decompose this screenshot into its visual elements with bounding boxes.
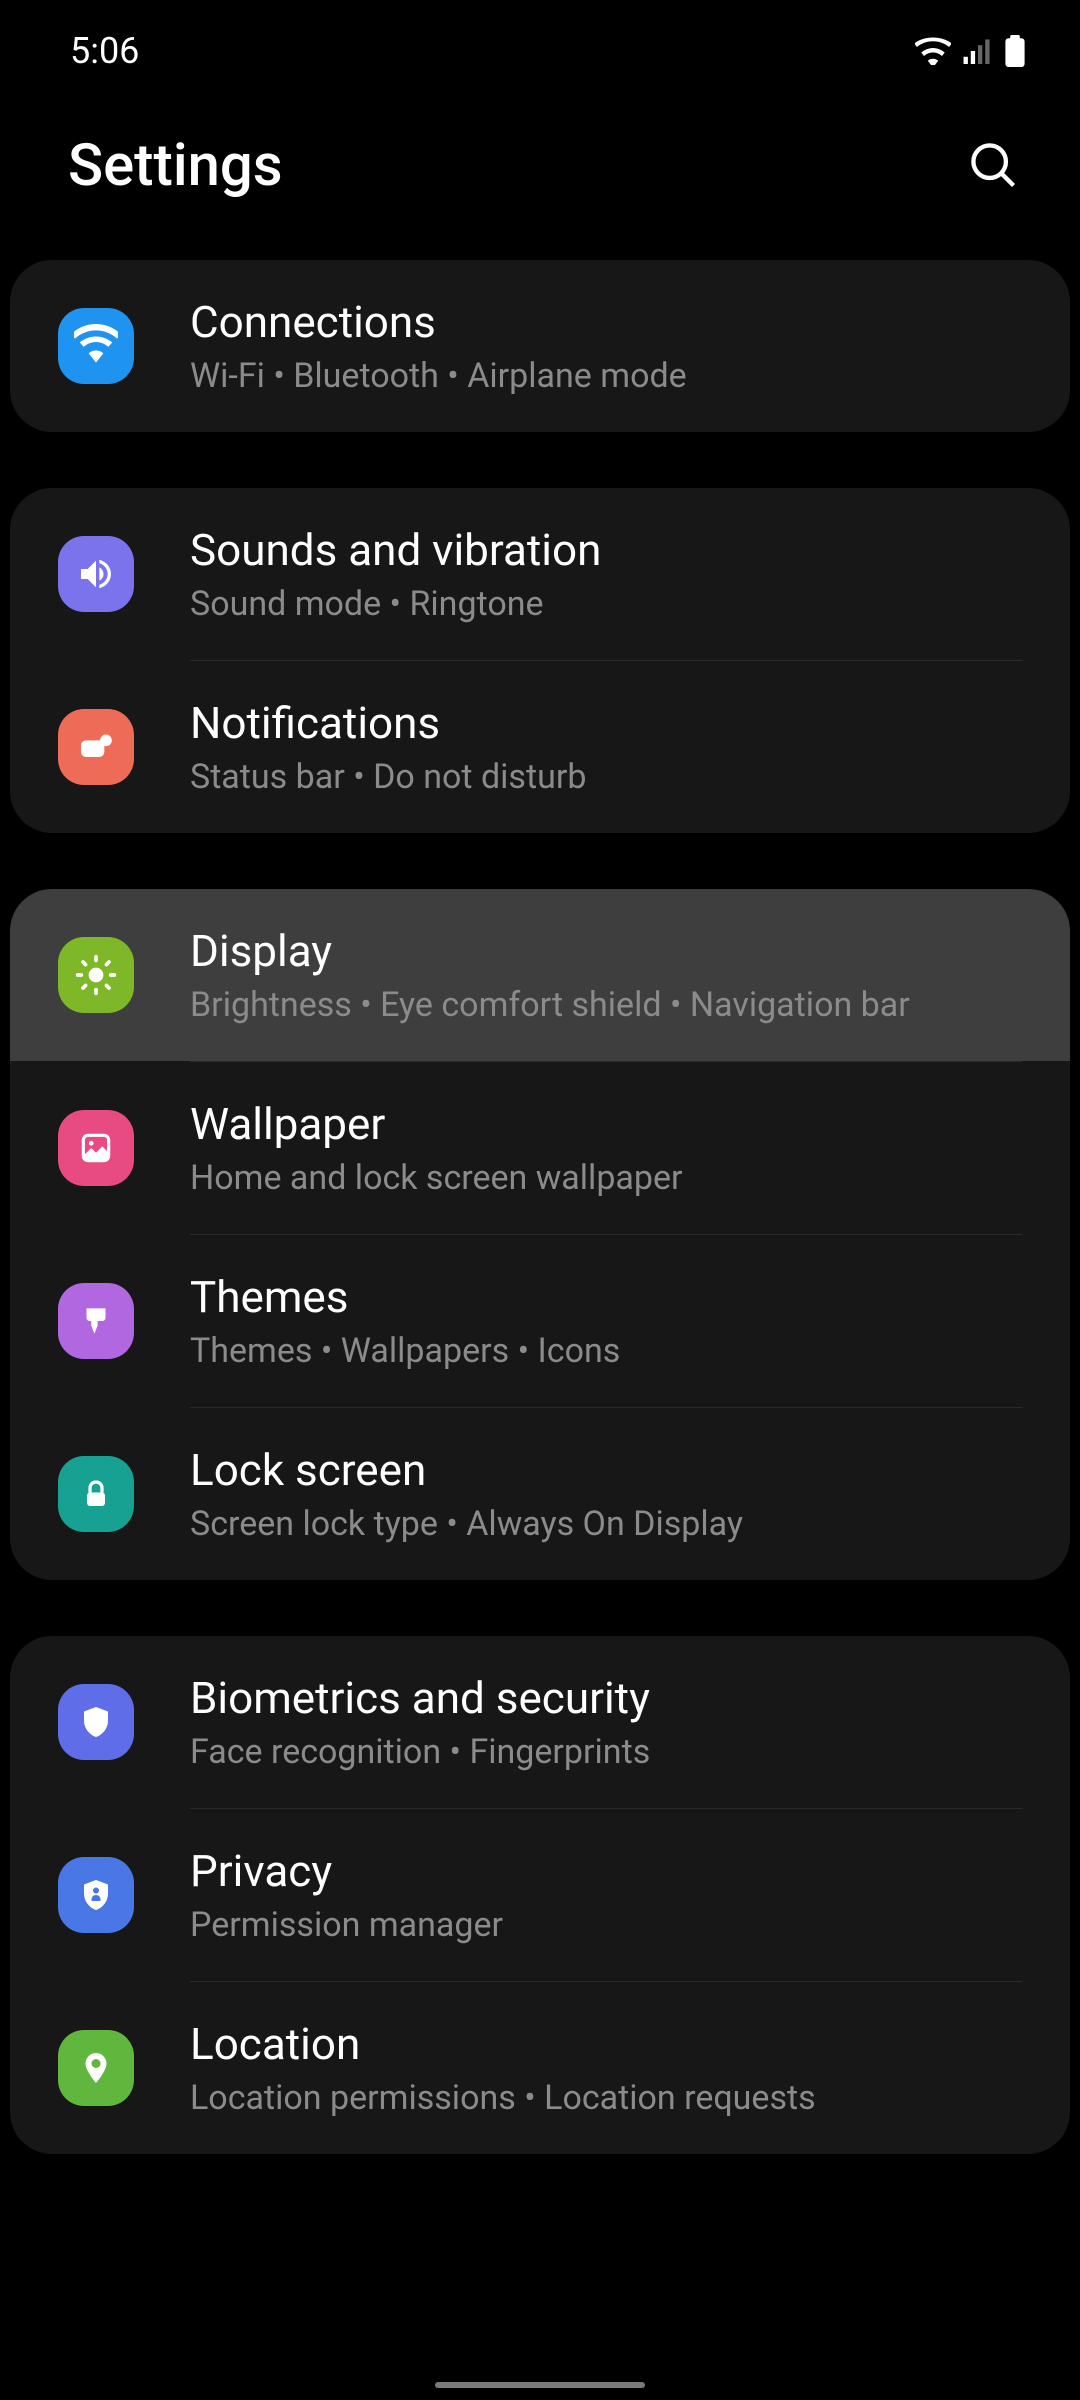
status-icons [915, 35, 1025, 67]
signal-icon [963, 38, 993, 64]
item-subtitle: Wi-Fi • Bluetooth • Airplane mode [190, 356, 1022, 396]
settings-item-location[interactable]: Location Location permissions • Location… [10, 1982, 1070, 2154]
item-title: Lock screen [190, 1444, 1022, 1496]
status-bar: 5:06 [0, 0, 1080, 92]
item-title: Display [190, 925, 1022, 977]
item-title: Biometrics and security [190, 1672, 1022, 1724]
item-subtitle: Sound mode • Ringtone [190, 584, 1022, 624]
item-subtitle: Status bar • Do not disturb [190, 757, 1022, 797]
page-title: Settings [68, 132, 283, 200]
wifi-icon [58, 308, 134, 384]
image-icon [58, 1110, 134, 1186]
status-time: 5:06 [70, 30, 139, 72]
item-title: Sounds and vibration [190, 524, 1022, 576]
item-title: Themes [190, 1271, 1022, 1323]
settings-item-themes[interactable]: Themes Themes • Wallpapers • Icons [10, 1235, 1070, 1407]
settings-group: Sounds and vibration Sound mode • Ringto… [10, 488, 1070, 833]
notifications-icon [58, 709, 134, 785]
speaker-icon [58, 536, 134, 612]
navigation-handle[interactable] [435, 2382, 645, 2388]
brightness-icon [58, 937, 134, 1013]
location-pin-icon [58, 2030, 134, 2106]
item-title: Notifications [190, 697, 1022, 749]
settings-item-notifications[interactable]: Notifications Status bar • Do not distur… [10, 661, 1070, 833]
item-title: Wallpaper [190, 1098, 1022, 1150]
settings-item-biometrics[interactable]: Biometrics and security Face recognition… [10, 1636, 1070, 1808]
settings-item-privacy[interactable]: Privacy Permission manager [10, 1809, 1070, 1981]
settings-group: Biometrics and security Face recognition… [10, 1636, 1070, 2154]
battery-icon [1005, 35, 1025, 67]
item-subtitle: Face recognition • Fingerprints [190, 1732, 1022, 1772]
item-title: Location [190, 2018, 1022, 2070]
shield-icon [58, 1684, 134, 1760]
settings-item-wallpaper[interactable]: Wallpaper Home and lock screen wallpaper [10, 1062, 1070, 1234]
item-title: Privacy [190, 1845, 1022, 1897]
lock-icon [58, 1456, 134, 1532]
settings-item-connections[interactable]: Connections Wi-Fi • Bluetooth • Airplane… [10, 260, 1070, 432]
settings-list: Connections Wi-Fi • Bluetooth • Airplane… [0, 260, 1080, 2154]
settings-item-display[interactable]: Display Brightness • Eye comfort shield … [10, 889, 1070, 1061]
settings-group: Connections Wi-Fi • Bluetooth • Airplane… [10, 260, 1070, 432]
wifi-icon [915, 37, 951, 65]
item-title: Connections [190, 296, 1022, 348]
privacy-shield-icon [58, 1857, 134, 1933]
header: Settings [0, 92, 1080, 260]
settings-item-lockscreen[interactable]: Lock screen Screen lock type • Always On… [10, 1408, 1070, 1580]
settings-item-sounds[interactable]: Sounds and vibration Sound mode • Ringto… [10, 488, 1070, 660]
item-subtitle: Location permissions • Location requests [190, 2078, 1022, 2118]
item-subtitle: Brightness • Eye comfort shield • Naviga… [190, 985, 1022, 1025]
settings-group: Display Brightness • Eye comfort shield … [10, 889, 1070, 1580]
paintbrush-icon [58, 1283, 134, 1359]
item-subtitle: Home and lock screen wallpaper [190, 1158, 1022, 1198]
item-subtitle: Screen lock type • Always On Display [190, 1504, 1022, 1544]
item-subtitle: Permission manager [190, 1905, 1022, 1945]
item-subtitle: Themes • Wallpapers • Icons [190, 1331, 1022, 1371]
search-icon[interactable] [968, 140, 1020, 192]
